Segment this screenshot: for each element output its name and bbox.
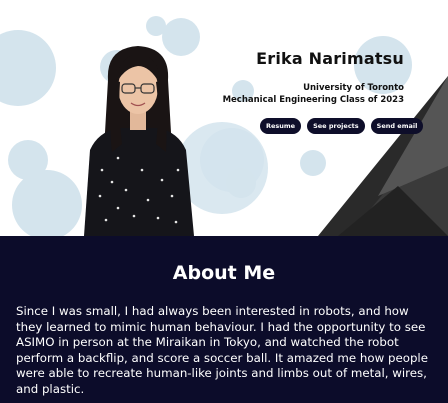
program-name: Mechanical Engineering Class of 2023 bbox=[222, 95, 404, 105]
decor-bubble bbox=[0, 30, 56, 106]
decor-bubble bbox=[226, 168, 256, 198]
profile-photo bbox=[84, 46, 194, 236]
about-section: About Me Since I was small, I had always… bbox=[0, 236, 448, 403]
about-body: Since I was small, I had always been int… bbox=[16, 304, 428, 396]
send-email-button[interactable]: Send email bbox=[370, 118, 424, 134]
about-title: About Me bbox=[172, 262, 276, 284]
see-projects-button[interactable]: See projects bbox=[307, 118, 365, 134]
decor-bubble bbox=[12, 170, 82, 236]
school-name: University of Toronto bbox=[303, 83, 404, 93]
action-buttons: Resume See projects Send email bbox=[260, 118, 424, 134]
hero-section: Erika Narimatsu University of Toronto Me… bbox=[0, 0, 448, 236]
profile-name: Erika Narimatsu bbox=[256, 49, 404, 68]
resume-button[interactable]: Resume bbox=[260, 118, 302, 134]
profile-info: Erika Narimatsu University of Toronto Me… bbox=[223, 49, 404, 106]
school-text: University of Toronto Mechanical Enginee… bbox=[223, 82, 404, 106]
